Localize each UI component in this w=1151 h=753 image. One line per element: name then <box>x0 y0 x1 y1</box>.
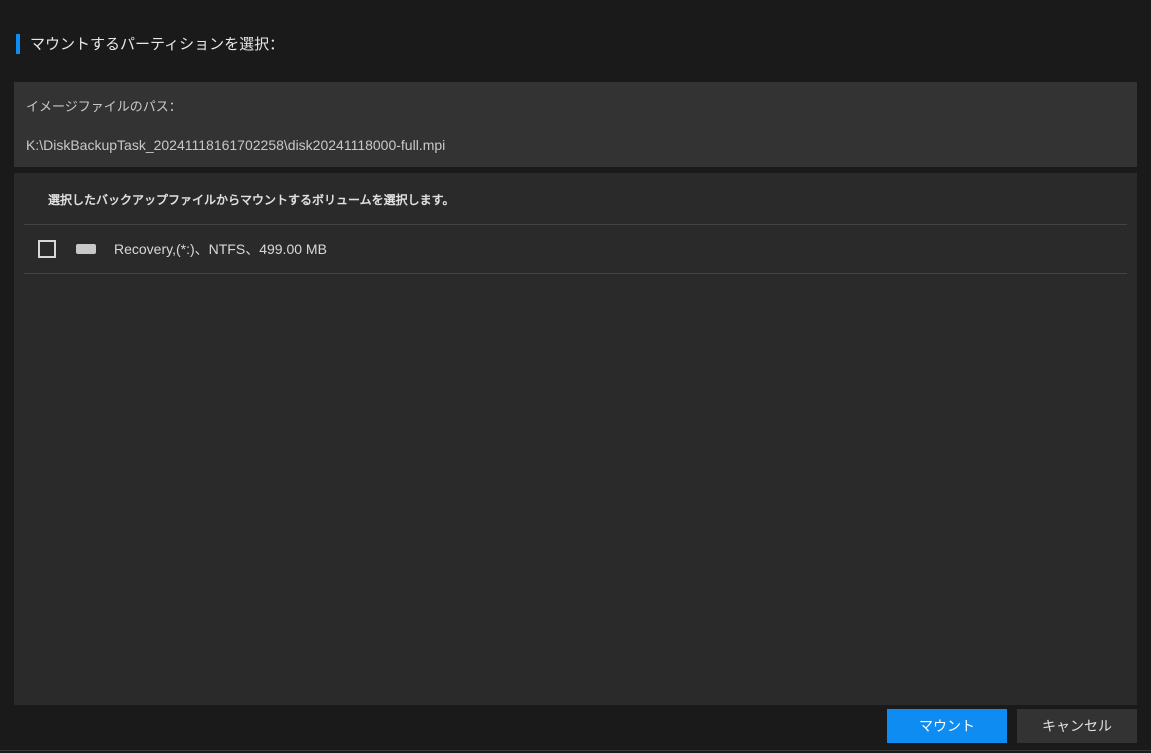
image-path-label: イメージファイルのパス： <box>26 96 1125 115</box>
volume-checkbox[interactable] <box>38 240 56 258</box>
cancel-button[interactable]: キャンセル <box>1017 709 1137 743</box>
volume-selection-section: 選択したバックアップファイルからマウントするボリュームを選択します。 Recov… <box>14 173 1137 705</box>
volume-label: Recovery,(*:)、NTFS、499.00 MB <box>114 239 327 259</box>
disk-icon <box>76 244 96 254</box>
bottom-divider <box>0 750 1151 751</box>
header-accent-bar <box>16 34 20 54</box>
volume-row[interactable]: Recovery,(*:)、NTFS、499.00 MB <box>24 225 1127 274</box>
image-path-section: イメージファイルのパス： K:\DiskBackupTask_202411181… <box>14 82 1137 167</box>
dialog-header: マウントするパーティションを選択： <box>0 0 1151 70</box>
mount-button[interactable]: マウント <box>887 709 1007 743</box>
mount-partition-dialog: マウントするパーティションを選択： イメージファイルのパス： K:\DiskBa… <box>0 0 1151 753</box>
dialog-footer: マウント キャンセル <box>887 709 1137 743</box>
volume-instruction-text: 選択したバックアップファイルからマウントするボリュームを選択します。 <box>24 173 1127 225</box>
image-path-value: K:\DiskBackupTask_20241118161702258\disk… <box>26 137 1125 153</box>
dialog-title: マウントするパーティションを選択： <box>30 33 284 54</box>
